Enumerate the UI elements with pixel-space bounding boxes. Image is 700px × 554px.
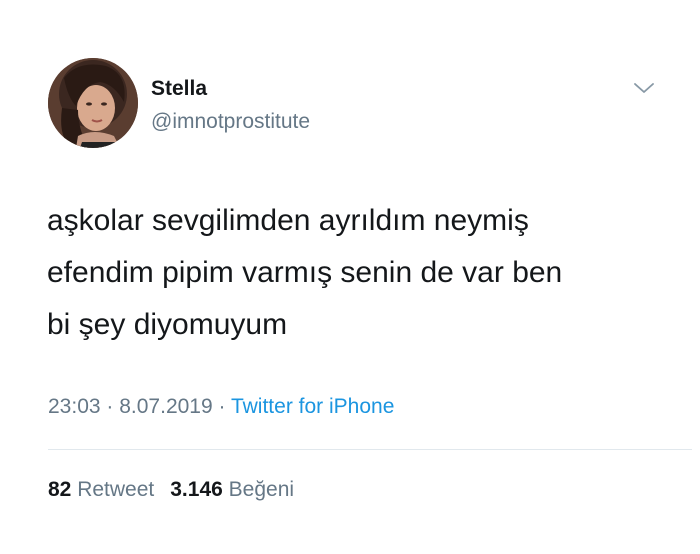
like-count: 3.146 xyxy=(170,478,223,501)
retweet-stat[interactable]: 82 Retweet xyxy=(48,478,154,501)
tweet-stats: 82 Retweet 3.146 Beğeni xyxy=(48,477,294,503)
tweet-date[interactable]: 8.07.2019 xyxy=(119,395,212,418)
profile-photo xyxy=(48,58,138,148)
like-label: Beğeni xyxy=(228,478,295,501)
user-handle[interactable]: @imnotprostitute xyxy=(151,109,310,135)
retweet-count: 82 xyxy=(48,478,72,501)
like-stat[interactable]: 3.146 Beğeni xyxy=(170,478,294,501)
tweet-source-link[interactable]: Twitter for iPhone xyxy=(231,395,394,418)
tweet-text: aşkolar sevgilimden ayrıldım neymiş efen… xyxy=(47,204,563,341)
avatar[interactable] xyxy=(48,58,138,148)
meta-separator: · xyxy=(212,395,231,418)
tweet-meta: 23:03 · 8.07.2019 · Twitter for iPhone xyxy=(48,394,394,420)
retweet-label: Retweet xyxy=(77,478,155,501)
display-name[interactable]: Stella xyxy=(151,76,207,102)
tweet-card: Stella @imnotprostitute aşkolar sevgilim… xyxy=(0,0,700,554)
divider xyxy=(48,449,692,450)
meta-separator: · xyxy=(100,395,120,418)
tweet-time[interactable]: 23:03 xyxy=(48,395,101,418)
chevron-down-icon[interactable] xyxy=(632,80,656,96)
